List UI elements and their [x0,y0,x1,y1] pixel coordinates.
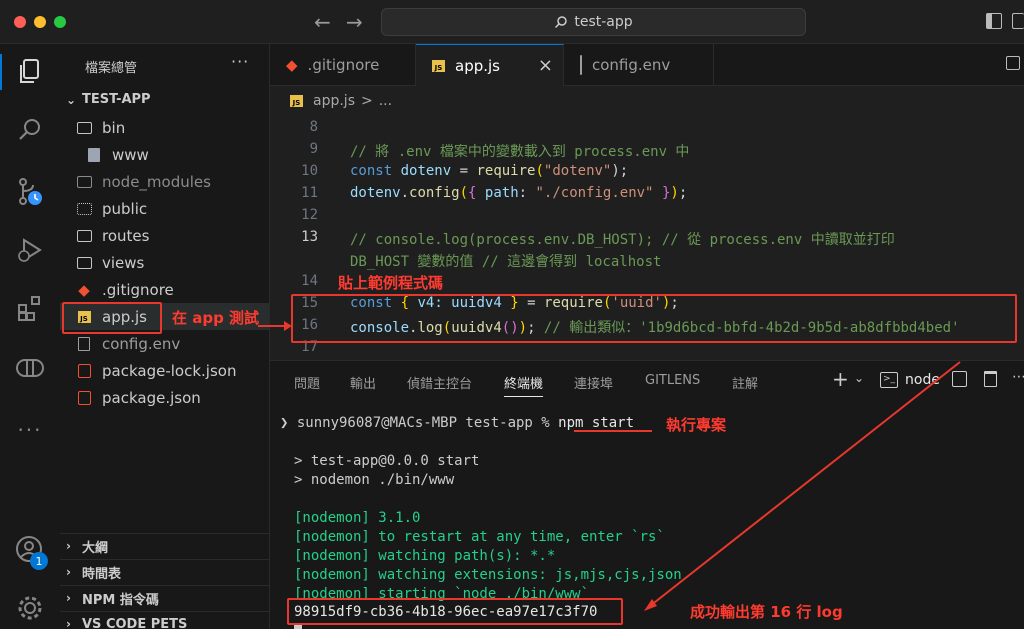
annotation-success-output: 成功輸出第 16 行 log [690,603,843,621]
annotation-run-project: 執行專案 [666,416,727,434]
annotation-box-code [291,294,1017,343]
annotation-paste-example: 貼上範例程式碼 [338,274,444,292]
annotation-box-output [287,598,623,625]
